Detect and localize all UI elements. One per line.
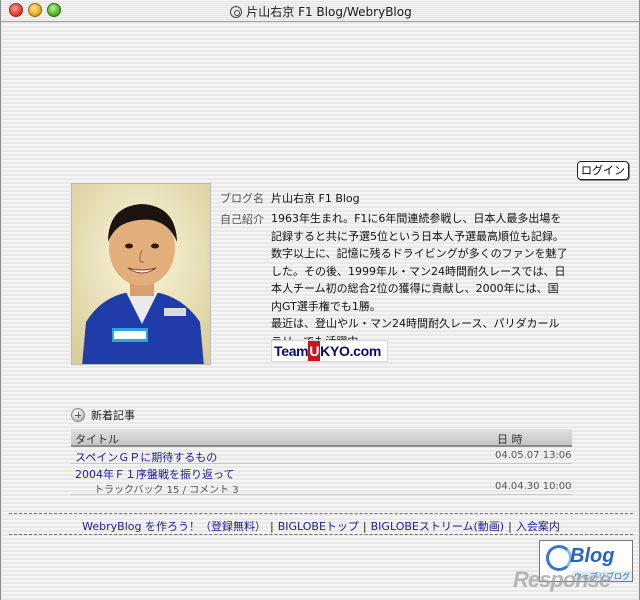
title-bar: 片山右京 F1 Blog/WebryBlog <box>1 0 639 22</box>
browser-window: 片山右京 F1 Blog/WebryBlog ログイン ブログ名 片山右京 F1… <box>0 0 640 600</box>
blog-name-value: 片山右京 F1 Blog <box>271 192 360 205</box>
self-intro-label: 自己紹介 <box>220 213 264 226</box>
bio-line: 内GT選手権でも1勝。 <box>271 299 381 313</box>
bio-line: 最近は、登山やル・マン24時間耐久レース、パリダカール <box>271 317 560 330</box>
blog-badge-word: Blog <box>570 545 615 567</box>
driver-portrait-image <box>72 184 210 364</box>
posts-table-header: タイトル 日 時 <box>71 429 572 447</box>
footer-separator: | <box>362 520 367 533</box>
column-title-header: タイトル <box>75 433 119 446</box>
team-ukyo-logo-link[interactable]: TeamUKYO.com <box>271 340 388 362</box>
login-button[interactable]: ログイン <box>577 161 629 180</box>
join-guide-link[interactable]: 入会案内 <box>516 520 560 533</box>
biglobe-top-link[interactable]: BIGLOBEトップ <box>278 520 359 533</box>
footer-links: WebryBlog を作ろう！（登録無料） | BIGLOBEトップ | BIGLOBE… <box>1 518 639 534</box>
window-title: 片山右京 F1 Blog/WebryBlog <box>1 3 639 20</box>
recent-posts-heading-text: 新着記事 <box>91 409 135 422</box>
footer-divider-top <box>9 513 633 514</box>
bio-line: した。その後、1999年ル・マン24時間耐久レースでは、日 <box>271 264 566 278</box>
site-icon <box>230 6 243 18</box>
bio-line: 数字以上に、記憶に残るドライビングが多くのファンを魅了 <box>271 247 568 260</box>
bio-line: 記録すると共に予選5位という日本人予選最高順位も記録。 <box>271 229 564 243</box>
bio-line: 本人チーム初の総合2位の獲得に貢献し、2000年には、国 <box>271 282 559 295</box>
team-logo-text-after: KYO.com <box>320 343 382 359</box>
plus-icon <box>71 408 85 422</box>
row-divider <box>71 494 572 495</box>
blog-name-label: ブログ名 <box>220 192 264 205</box>
team-logo-mark: U <box>308 341 321 361</box>
row-divider <box>71 463 572 464</box>
post-link-2004-f1-review[interactable]: 2004年Ｆ１序盤戦を振り返って <box>75 466 234 482</box>
bio-line: 1963年生まれ。F1に6年間連続参戦し、日本人最多出場を <box>271 212 562 225</box>
create-webryblog-link[interactable]: WebryBlog を作ろう！（登録無料） <box>82 520 266 533</box>
footer-separator: | <box>508 520 512 533</box>
window-title-text: 片山右京 F1 Blog/WebryBlog <box>246 5 412 19</box>
post-date: 04.04.30 10:00 <box>495 481 572 492</box>
team-logo-text-before: Team <box>274 343 309 359</box>
response-watermark: Response <box>513 567 611 592</box>
footer-divider-bottom <box>9 534 633 535</box>
biglobe-stream-link[interactable]: BIGLOBEストリーム(動画) <box>371 520 504 533</box>
self-intro-text: 1963年生まれ。F1に6年間連続参戦し、日本人最多出場を 記録すると共に予選5… <box>271 210 589 350</box>
column-date-header: 日 時 <box>497 433 523 446</box>
profile-photo <box>71 183 211 365</box>
recent-posts-heading: 新着記事 <box>71 407 135 423</box>
post-date: 04.05.07 13:06 <box>495 450 572 461</box>
footer-separator: | <box>269 520 274 533</box>
